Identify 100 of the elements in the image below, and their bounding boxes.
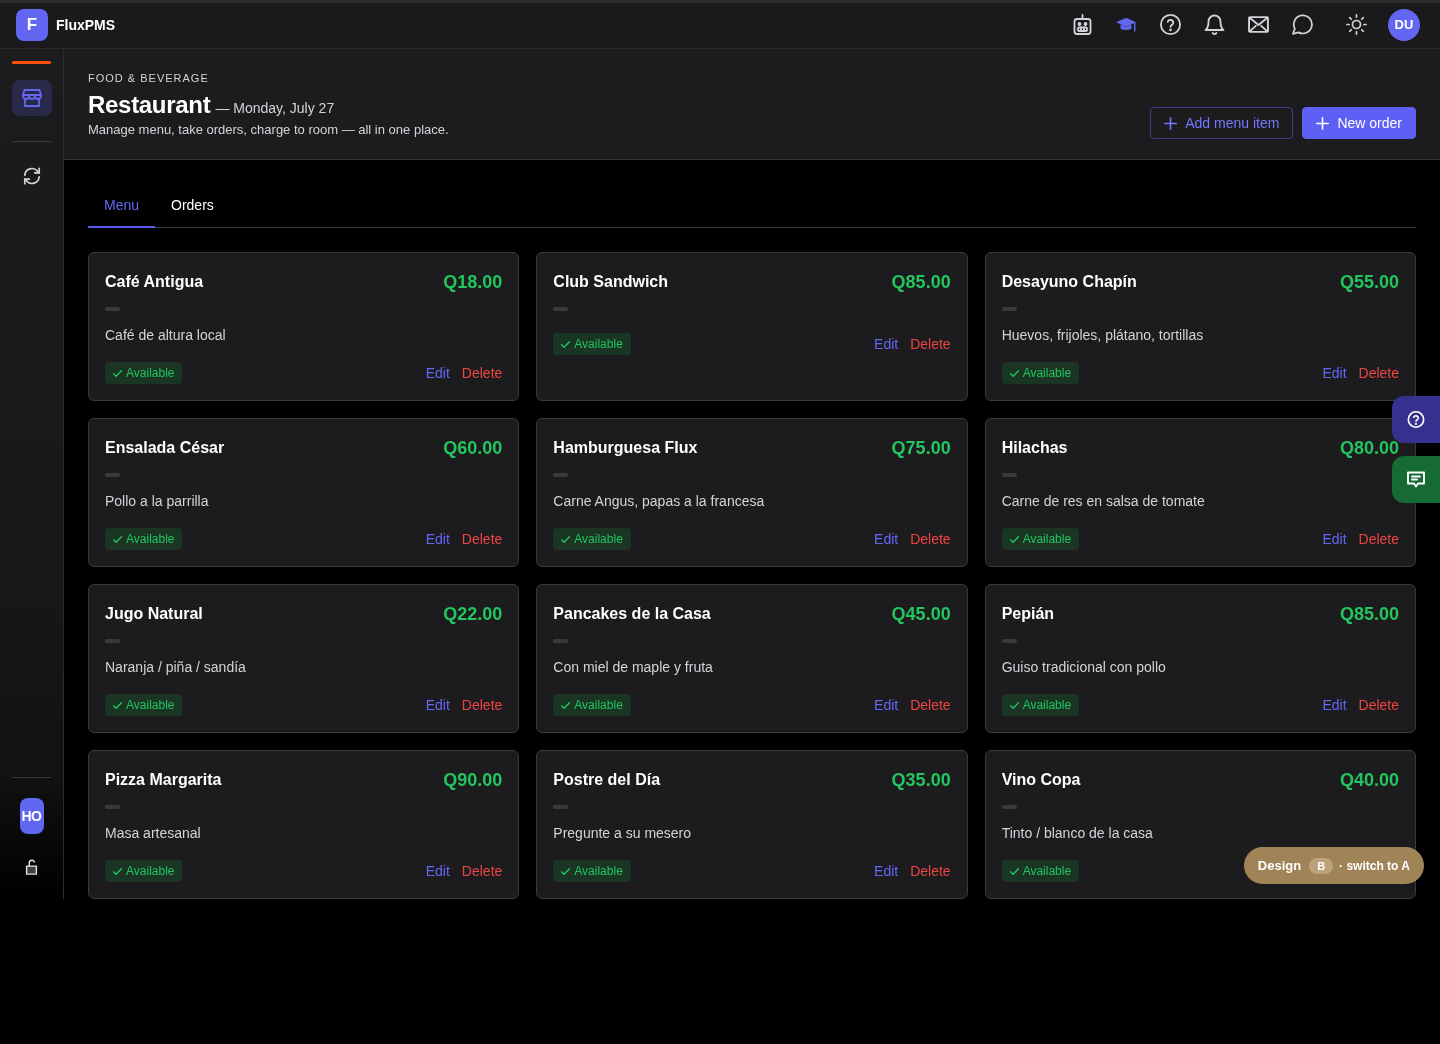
- envelope-icon[interactable]: [1248, 14, 1269, 35]
- item-price: Q85.00: [1339, 603, 1399, 625]
- item-description: Con miel de maple y fruta: [553, 658, 714, 677]
- status-label: Available: [574, 337, 623, 351]
- refresh-icon: [21, 167, 42, 185]
- edit-link[interactable]: Edit: [874, 336, 899, 352]
- item-price: Q55.00: [1339, 271, 1399, 293]
- edit-link[interactable]: Edit: [1322, 365, 1347, 381]
- item-name: Café Antigua: [105, 273, 204, 291]
- tab[interactable]: Orders: [155, 186, 230, 228]
- check-icon: [113, 369, 122, 377]
- item-name: Hilachas: [1001, 439, 1068, 457]
- edit-link[interactable]: Edit: [874, 697, 899, 713]
- status-label: Available: [126, 698, 175, 712]
- dash-icon: [105, 307, 120, 311]
- status-label: Available: [1022, 698, 1072, 712]
- edit-link[interactable]: Edit: [874, 531, 899, 547]
- primary-button[interactable]: New order: [1302, 107, 1416, 139]
- item-description: Café de altura local: [105, 326, 227, 345]
- outline-button[interactable]: Add menu item: [1150, 107, 1294, 139]
- item-price: Q18.00: [443, 271, 503, 293]
- dash-icon: [1001, 473, 1017, 477]
- item-description: Guiso tradicional con pollo: [1001, 658, 1167, 677]
- check-icon: [561, 701, 571, 709]
- edit-link[interactable]: Edit: [425, 697, 450, 713]
- message-icon: [1407, 471, 1425, 488]
- edit-link[interactable]: Edit: [425, 863, 450, 879]
- item-price: Q75.00: [891, 437, 951, 459]
- edit-link[interactable]: Edit: [1322, 531, 1347, 547]
- avatar-button[interactable]: DU: [1388, 8, 1420, 41]
- check-icon: [1009, 867, 1019, 875]
- status-label: Available: [126, 366, 175, 380]
- dash-icon: [553, 307, 569, 311]
- status-label: Available: [1022, 532, 1072, 546]
- page-date: — Monday, July 27: [215, 100, 335, 116]
- item-price: Q35.00: [891, 769, 951, 791]
- delete-link[interactable]: Delete: [1358, 531, 1399, 547]
- item-name: Desayuno Chapín: [1001, 273, 1137, 291]
- item-description: Carne Angus, papas a la francesa: [553, 492, 766, 511]
- status-label: Available: [574, 698, 623, 712]
- delete-link[interactable]: Delete: [910, 336, 951, 352]
- delete-link[interactable]: Delete: [461, 697, 503, 713]
- store-icon: [21, 89, 42, 107]
- delete-link[interactable]: Delete: [910, 863, 951, 879]
- page-subtitle: Manage menu, take orders, charge to room — all in one place.: [88, 121, 449, 139]
- design-switch-button[interactable]: Design B · switch to A: [1243, 847, 1424, 884]
- edit-link[interactable]: Edit: [1322, 697, 1347, 713]
- status-label: Available: [126, 532, 175, 546]
- property-button[interactable]: HO: [19, 798, 44, 834]
- dash-icon: [105, 639, 120, 643]
- item-name: Pancakes de la Casa: [553, 605, 711, 623]
- item-description: Tinto / blanco de la casa: [1001, 824, 1154, 843]
- lock-icon[interactable]: [25, 859, 38, 875]
- status-label: Available: [1022, 366, 1072, 380]
- help-button[interactable]: [1392, 396, 1440, 443]
- delete-link[interactable]: Delete: [461, 863, 503, 879]
- item-description: Carne de res en salsa de tomate: [1001, 492, 1206, 511]
- variant-tag: B: [1309, 857, 1334, 874]
- edit-link[interactable]: Edit: [425, 365, 450, 381]
- dash-icon: [553, 639, 569, 643]
- edit-link[interactable]: Edit: [425, 531, 450, 547]
- item-name: Club Sandwich: [553, 273, 668, 291]
- section-label: FOOD & BEVERAGE: [88, 71, 210, 85]
- delete-link[interactable]: Delete: [910, 697, 951, 713]
- item-price: Q80.00: [1339, 437, 1399, 459]
- check-icon: [561, 535, 571, 543]
- item-price: Q60.00: [443, 437, 503, 459]
- sun-icon[interactable]: [1346, 14, 1367, 35]
- check-icon: [113, 701, 122, 709]
- delete-link[interactable]: Delete: [910, 531, 951, 547]
- check-icon: [561, 867, 571, 875]
- delete-link[interactable]: Delete: [1358, 365, 1399, 381]
- item-price: Q85.00: [891, 271, 951, 293]
- check-icon: [113, 867, 122, 875]
- page-title: Restaurant: [88, 90, 211, 120]
- item-name: Pizza Margarita: [105, 771, 222, 789]
- dash-icon: [1001, 805, 1017, 809]
- delete-link[interactable]: Delete: [461, 365, 503, 381]
- item-description: Pregunte a su mesero: [553, 824, 693, 843]
- robot-icon[interactable]: [1072, 14, 1093, 35]
- status-label: Available: [126, 864, 175, 878]
- item-price: Q45.00: [891, 603, 951, 625]
- item-name: Ensalada César: [105, 439, 225, 457]
- chat-bubble-icon[interactable]: [1292, 14, 1313, 35]
- item-name: Hamburguesa Flux: [553, 439, 698, 457]
- help-icon[interactable]: [1160, 14, 1181, 35]
- delete-link[interactable]: Delete: [461, 531, 503, 547]
- feedback-button[interactable]: [1392, 456, 1440, 503]
- item-description: Huevos, frijoles, plátano, tortillas: [1001, 326, 1205, 345]
- item-name: Jugo Natural: [105, 605, 203, 623]
- tab[interactable]: Menu: [88, 186, 156, 228]
- dash-icon: [1001, 639, 1017, 643]
- item-description: Masa artesanal: [105, 824, 202, 843]
- help-icon: [1407, 411, 1425, 428]
- status-label: Available: [1022, 864, 1072, 878]
- bell-icon[interactable]: [1204, 14, 1225, 35]
- check-icon: [1009, 701, 1019, 709]
- edit-link[interactable]: Edit: [874, 863, 899, 879]
- delete-link[interactable]: Delete: [1358, 697, 1399, 713]
- item-price: Q90.00: [443, 769, 503, 791]
